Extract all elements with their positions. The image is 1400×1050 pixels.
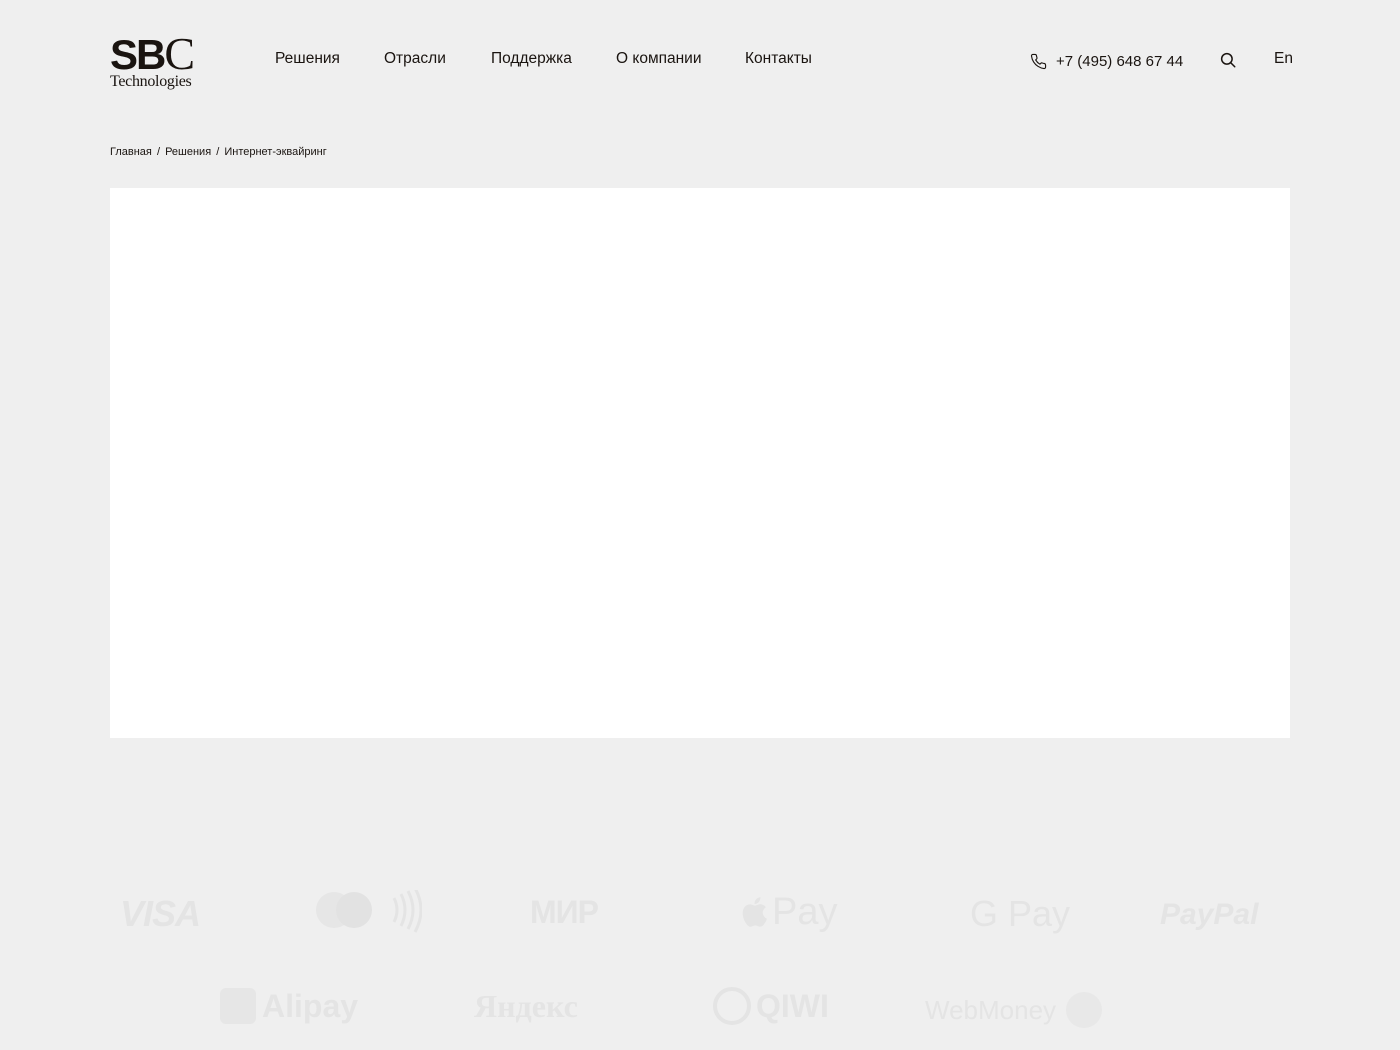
language-switch[interactable]: En bbox=[1274, 50, 1293, 68]
alipay-icon bbox=[220, 988, 256, 1024]
nav-item-support[interactable]: Поддержка bbox=[491, 50, 572, 68]
nav-item-about[interactable]: О компании bbox=[616, 50, 702, 68]
webmoney-globe-icon bbox=[1066, 992, 1103, 1028]
nav-item-contacts[interactable]: Контакты bbox=[745, 50, 812, 68]
phone-icon bbox=[1030, 53, 1047, 69]
visa-logo: VISA bbox=[120, 893, 201, 934]
nav-item-solutions[interactable]: Решения bbox=[275, 50, 340, 68]
mastercard-paywave-icon bbox=[316, 890, 422, 933]
qiwi-icon bbox=[713, 987, 751, 1025]
sbc-logo[interactable]: SBC Technologies bbox=[110, 31, 202, 94]
breadcrumb-current: Интернет-эквайринг bbox=[224, 146, 327, 158]
apple-icon bbox=[742, 897, 767, 927]
logo-mark-c: C bbox=[164, 28, 195, 79]
google-pay-text: G Pay bbox=[970, 893, 1071, 934]
apple-pay-text: Pay bbox=[772, 891, 838, 933]
page: SBC Technologies Решения Отрасли Поддерж… bbox=[0, 0, 1400, 1050]
logo-mark-sb: SB bbox=[110, 31, 166, 78]
mir-logo-text: МИР bbox=[530, 894, 599, 930]
breadcrumb-separator: / bbox=[216, 146, 220, 158]
logo-subtitle: Technologies bbox=[110, 73, 192, 90]
alipay-logo: Alipay bbox=[220, 988, 358, 1024]
phone-link[interactable]: +7 (495) 648 67 44 bbox=[1030, 50, 1183, 72]
webmoney-logo: WebMoney bbox=[925, 990, 1104, 1030]
phone-number: +7 (495) 648 67 44 bbox=[1056, 52, 1184, 70]
qiwi-text: QIWI bbox=[756, 988, 829, 1024]
google-pay-logo: G Pay bbox=[970, 896, 1070, 932]
apple-pay-logo: Pay bbox=[740, 893, 837, 931]
nav-item-industries[interactable]: Отрасли bbox=[384, 50, 446, 68]
yandex-text: Яндекс bbox=[474, 988, 578, 1024]
mastercard-logo bbox=[312, 890, 422, 938]
mir-logo: МИР bbox=[530, 894, 599, 930]
yandex-logo: Яндекс bbox=[474, 990, 578, 1022]
breadcrumb-separator: / bbox=[156, 146, 160, 158]
search-button[interactable] bbox=[1219, 51, 1239, 71]
visa-logo-text: VISA bbox=[120, 893, 201, 934]
webmoney-text: WebMoney bbox=[925, 995, 1057, 1025]
qiwi-logo: QIWI bbox=[712, 986, 829, 1026]
alipay-text: Alipay bbox=[262, 988, 359, 1024]
paypal-text: PayPal bbox=[1160, 898, 1259, 931]
logo-mark: SBC bbox=[110, 31, 195, 77]
paypal-logo: PayPal bbox=[1160, 900, 1258, 930]
breadcrumb-solutions[interactable]: Решения bbox=[165, 146, 211, 158]
search-icon bbox=[1220, 52, 1236, 68]
breadcrumb: Главная / Решения / Интернет-эквайринг bbox=[110, 146, 327, 158]
hero-panel bbox=[110, 188, 1290, 738]
breadcrumb-home[interactable]: Главная bbox=[110, 146, 152, 158]
